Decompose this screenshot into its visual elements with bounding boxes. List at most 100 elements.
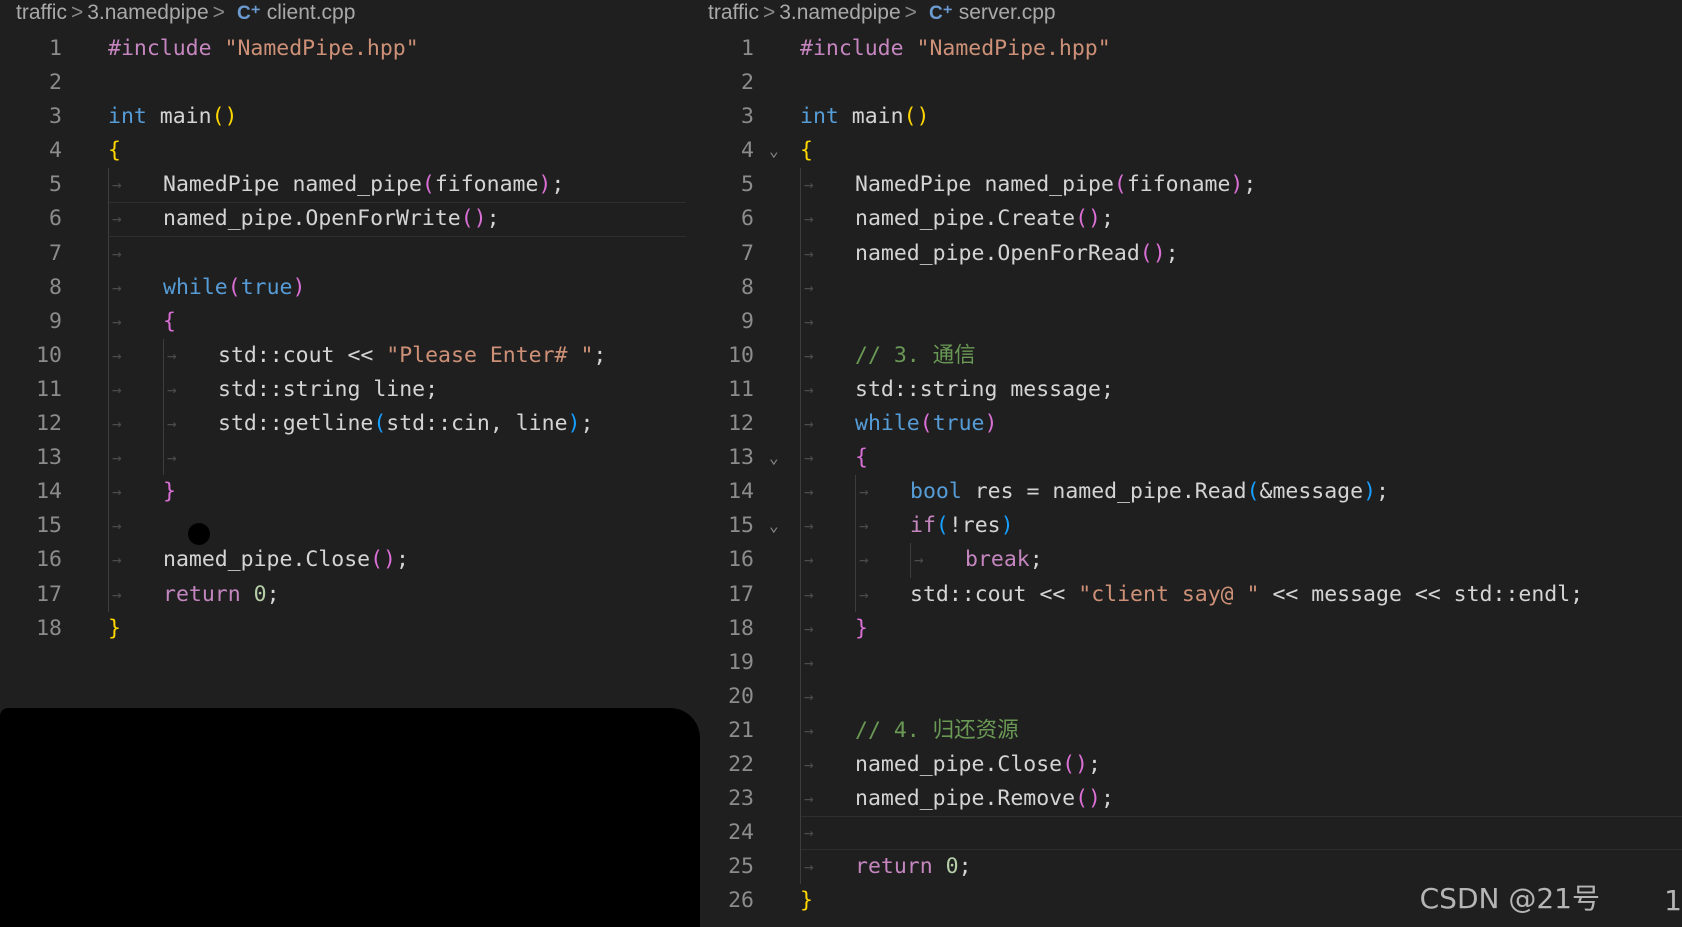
code-line[interactable]: 22 → named_pipe.Close(); [692,747,1682,783]
code-line[interactable]: 6 → named_pipe.OpenForWrite(); [0,202,686,237]
indent-guide [800,372,801,408]
code-line[interactable]: 4{ [0,134,686,168]
code-line[interactable]: 21 → // 4. 归还资源 [692,713,1682,748]
code-line[interactable]: 9 → [692,304,1682,339]
code-line[interactable]: 5 → NamedPipe named_pipe(fifoname); [0,168,686,203]
code-line[interactable]: 19 → [692,645,1682,680]
breadcrumb[interactable]: traffic >3.namedpipe > C⁺ client.cpp [16,0,355,26]
code-token: main [146,104,212,130]
chevron-right-icon: > [212,1,225,24]
indent-guide [800,441,801,476]
line-number: 25 [728,854,754,880]
indent-guide [108,168,109,203]
line-number: 13 [36,445,62,471]
code-line[interactable]: 12 → while(true) [692,407,1682,442]
tab-arrow-icon: → [804,311,814,331]
breadcrumb-folder-namedpipe[interactable]: 3.namedpipe [87,1,208,24]
code-token: std::cin, line [386,411,568,437]
code-line[interactable]: 11 → → std::string line; [0,372,686,408]
indent-guide [800,475,801,510]
indent-guide [800,338,801,373]
code-line[interactable]: 7 → [0,236,686,271]
code-line[interactable]: 13 → → [0,441,686,476]
right-editor-pane: traffic >3.namedpipe > C⁺ server.cpp 1 #inclu… [692,0,1682,927]
code-token: int [800,104,839,130]
fold-chevron-icon[interactable]: ⌄ [769,441,779,475]
code-line[interactable]: 11 → std::string message; [692,372,1682,408]
code-line[interactable]: 17 → return 0; [0,577,686,612]
line-number: 10 [728,342,754,368]
code-token: () [460,206,487,232]
code-line[interactable]: 5 → NamedPipe named_pipe(fifoname); [692,168,1682,203]
mouse-cursor-marker [188,523,210,545]
line-number: 13 [728,445,754,471]
code-line[interactable]: 18} [0,612,686,646]
code-line[interactable]: 16 → named_pipe.Close(); [0,543,686,578]
code-line[interactable]: 17 → → std::cout << "client say@ " << messa… [692,577,1682,612]
code-line[interactable]: 15 ⌄ → → if(!res) [692,509,1682,544]
code-line[interactable]: 1 #include "NamedPipe.hpp" [692,32,1682,66]
line-number: 15 [728,513,754,539]
code-token: !res [948,513,1001,539]
code-line[interactable]: 23 → named_pipe.Remove(); [692,782,1682,817]
code-line[interactable]: 12 → → std::getline(std::cin, line); [0,407,686,442]
code-line[interactable]: 1 #include "NamedPipe.hpp" [0,32,686,66]
code-line[interactable]: 18 →} [692,611,1682,646]
breadcrumb[interactable]: traffic >3.namedpipe > C⁺ server.cpp [708,0,1056,26]
code-token: () [211,104,238,130]
code-line[interactable]: 4 ⌄ { [692,134,1682,168]
code-line[interactable]: 7 → named_pipe.OpenForRead(); [692,236,1682,271]
indent-guide [163,338,164,373]
code-line[interactable]: 6 → named_pipe.Create(); [692,202,1682,237]
tab-arrow-icon: → [112,414,122,434]
code-line[interactable]: 2 [0,66,686,100]
code-token: ) [538,172,552,198]
tab-arrow-icon: → [804,243,814,263]
indent-guide [800,509,801,544]
line-number: 9 [49,308,62,334]
code-line[interactable]: 10 → // 3. 通信 [692,338,1682,373]
indent-guide [108,372,109,408]
breadcrumb-folder-traffic[interactable]: traffic [16,1,67,24]
code-line[interactable]: 15 → [0,509,686,544]
code-line[interactable]: 8 → [692,270,1682,305]
breadcrumb-folder-namedpipe[interactable]: 3.namedpipe [779,1,900,24]
fold-chevron-icon[interactable]: ⌄ [769,509,779,543]
code-line[interactable]: 14 →} [0,475,686,510]
line-number: 15 [36,513,62,539]
code-token: { [163,308,176,334]
code-line[interactable]: 10 → → std::cout << "Please Enter# "; [0,338,686,373]
code-line[interactable]: 2 [692,66,1682,100]
code-text: std::string line; [218,373,438,407]
breadcrumb-file[interactable]: client.cpp [267,1,356,24]
code-line[interactable]: 24 → [692,816,1682,851]
line-number: 6 [741,206,754,232]
code-text: bool res = named_pipe.Read(&message); [910,475,1389,509]
chevron-right-icon: > [762,1,776,24]
code-line[interactable]: 13 ⌄ → { [692,441,1682,476]
code-token: if [910,513,936,539]
code-line[interactable]: 8 → while(true) [0,270,686,305]
code-editor-client[interactable]: 1 #include "NamedPipe.hpp" 2 3 int main() 4{5… [0,32,686,646]
code-token: { [800,138,813,164]
code-line[interactable]: 16 → → → break; [692,543,1682,578]
code-line[interactable]: 3 int main() [692,100,1682,134]
breadcrumb-folder-traffic[interactable]: traffic [708,1,759,24]
code-line[interactable]: 3 int main() [0,100,686,134]
indent-guide [800,747,801,783]
line-number: 1 [741,36,754,61]
line-number: 14 [36,479,62,505]
code-line[interactable]: 20 → [692,679,1682,714]
code-editor-server[interactable]: 1 #include "NamedPipe.hpp" 2 3 int main() 4 ⌄{… [692,32,1682,918]
line-number: 24 [728,820,754,846]
code-token: ; [1088,751,1101,777]
code-text: { [855,441,868,475]
code-line[interactable]: 9 → { [0,304,686,339]
current-line-highlight [800,816,1682,851]
code-token: NamedPipe named_pipe [163,172,422,198]
code-line[interactable]: 14 → → bool res = named_pipe.Read(&message)… [692,475,1682,510]
code-token: return [163,581,241,607]
code-text: { [163,305,176,339]
fold-chevron-icon[interactable]: ⌄ [769,134,779,168]
breadcrumb-file[interactable]: server.cpp [959,1,1056,24]
